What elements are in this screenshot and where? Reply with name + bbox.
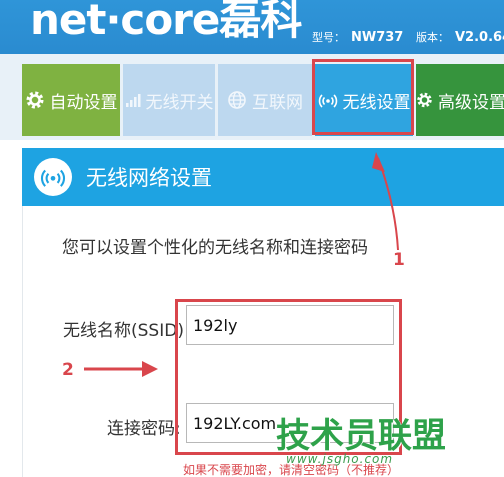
annotation-step-1: 1 (393, 250, 405, 270)
annotation-arrows (84, 152, 399, 377)
watermark-logo: 技术员联盟 (276, 416, 446, 456)
arrow-1-head (372, 152, 385, 172)
arrow-1-line (377, 157, 399, 251)
annotation-step-2: 2 (62, 360, 74, 380)
watermark-url: www.jsgho.com (286, 452, 394, 466)
arrow-2-head (142, 361, 158, 377)
